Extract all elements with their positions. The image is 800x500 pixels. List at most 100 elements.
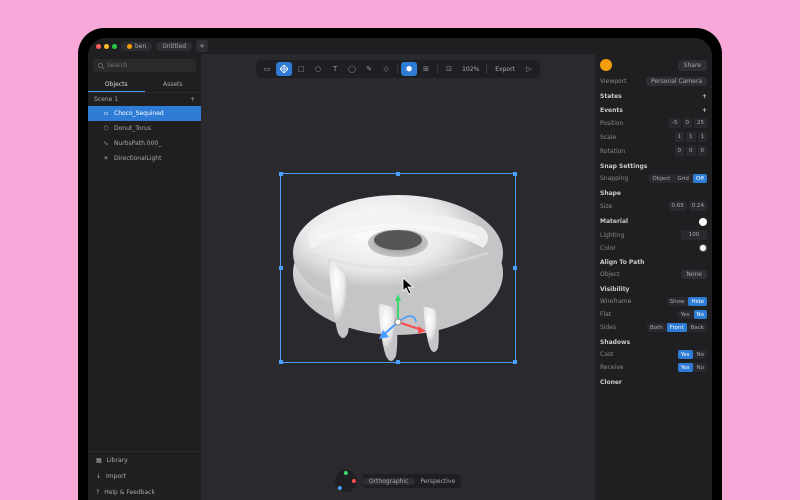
bbox-handle[interactable] — [396, 172, 400, 176]
snap-off[interactable]: Off — [693, 174, 707, 183]
import-button[interactable]: ↓Import — [88, 468, 201, 484]
color-swatch[interactable] — [699, 244, 707, 252]
tree-label: DirectionalLight — [114, 155, 161, 162]
snap-grid[interactable]: Grid — [674, 174, 692, 183]
position-y[interactable]: 0 — [683, 118, 693, 128]
lighting-value[interactable]: 100 — [681, 230, 707, 240]
position-z[interactable]: 25 — [694, 118, 707, 128]
search-input[interactable]: Search — [93, 59, 196, 72]
scale-label: Scale — [600, 134, 616, 141]
tool-pen[interactable]: ✎ — [361, 62, 377, 76]
wireframe-show[interactable]: Show — [667, 297, 688, 306]
rotation-z[interactable]: 0 — [698, 146, 708, 156]
bbox-handle[interactable] — [279, 266, 283, 270]
tree-item-nurbs[interactable]: ∿ NurbsPath.000_ — [88, 136, 201, 151]
file-tab[interactable]: Untitled — [156, 42, 192, 51]
position-x[interactable]: -5 — [669, 118, 680, 128]
cloner-header[interactable]: Cloner — [600, 379, 707, 386]
shadows-header: Shadows — [600, 339, 707, 346]
footer-label: Import — [106, 473, 126, 480]
tool-path[interactable]: ◇ — [378, 62, 394, 76]
rotation-x[interactable]: 0 — [675, 146, 685, 156]
bbox-handle[interactable] — [279, 360, 283, 364]
snap-object[interactable]: Object — [649, 174, 673, 183]
add-icon[interactable]: + — [702, 93, 707, 100]
bbox-handle[interactable] — [513, 172, 517, 176]
nav-cube[interactable] — [335, 470, 357, 492]
tree-label: NurbsPath.000_ — [114, 140, 161, 147]
bbox-handle[interactable] — [513, 360, 517, 364]
bbox-handle[interactable] — [279, 172, 283, 176]
visibility-header: Visibility — [600, 286, 707, 293]
rotation-y[interactable]: 0 — [686, 146, 696, 156]
close-icon[interactable] — [96, 44, 101, 49]
export-button[interactable]: Export — [490, 66, 520, 73]
size-2[interactable]: 0.24 — [689, 201, 707, 211]
states-section[interactable]: States+ — [600, 93, 707, 100]
camera-select[interactable]: Personal Camera — [646, 77, 707, 86]
tool-display[interactable]: ⊡ — [441, 62, 457, 76]
maximize-icon[interactable] — [112, 44, 117, 49]
tool-text[interactable]: T — [327, 62, 343, 76]
wireframe-hide[interactable]: Hide — [688, 297, 707, 306]
shape-icon: ⬡ — [102, 125, 110, 133]
cursor-icon — [402, 277, 416, 295]
wireframe-label: Wireframe — [600, 298, 631, 305]
receive-yes[interactable]: Yes — [678, 363, 693, 372]
new-tab-button[interactable]: + — [196, 40, 208, 52]
help-button[interactable]: ?Help & Feedback — [88, 484, 201, 500]
device-frame: ben Untitled + Search Objects Assets Sce… — [78, 28, 722, 500]
viewport[interactable]: ▭ □ ○ T ◯ ✎ ◇ ⬢ ⊞ ⊡ 102% Export ▷ — [202, 54, 594, 500]
view-perspective[interactable]: Perspective — [414, 478, 461, 485]
scale-y[interactable]: 1 — [686, 132, 696, 142]
sides-back[interactable]: Back — [688, 323, 707, 332]
sides-front[interactable]: Front — [667, 323, 687, 332]
main-area: Search Objects Assets Scene 1 + ▫ Choco_… — [88, 54, 712, 500]
play-button[interactable]: ▷ — [521, 62, 537, 76]
snap-toggle: Object Grid Off — [649, 174, 707, 183]
library-button[interactable]: ▦Library — [88, 452, 201, 468]
cast-no[interactable]: No — [694, 350, 707, 359]
tool-gizmo[interactable]: ⬢ — [401, 62, 417, 76]
sidebar-footer: ▦Library ↓Import ?Help & Feedback — [88, 451, 201, 500]
align-object-select[interactable]: None — [681, 270, 707, 279]
minimize-icon[interactable] — [104, 44, 109, 49]
tool-select[interactable]: ▭ — [259, 62, 275, 76]
tree-item-light[interactable]: ☀ DirectionalLight — [88, 151, 201, 166]
tab-objects[interactable]: Objects — [88, 77, 145, 92]
bbox-handle[interactable] — [513, 266, 517, 270]
scale-z[interactable]: 1 — [698, 132, 708, 142]
nav-z-icon — [338, 486, 342, 490]
cast-yes[interactable]: Yes — [678, 350, 693, 359]
bbox-handle[interactable] — [396, 360, 400, 364]
view-orthographic[interactable]: Orthographic — [363, 478, 415, 485]
flat-no[interactable]: No — [694, 310, 707, 319]
tree-item-donut[interactable]: ⬡ Donut_Torus — [88, 121, 201, 136]
zoom-level[interactable]: 102% — [458, 66, 483, 73]
tool-shape[interactable]: ◯ — [344, 62, 360, 76]
receive-no[interactable]: No — [694, 363, 707, 372]
view-controls: Orthographic Perspective — [335, 470, 461, 492]
tree-item-choco[interactable]: ▫ Choco_Sequined — [88, 106, 201, 121]
share-button[interactable]: Share — [678, 60, 707, 71]
size-1[interactable]: 0.65 — [669, 201, 687, 211]
avatar[interactable] — [600, 59, 612, 71]
scene-add-icon[interactable]: + — [190, 96, 195, 103]
add-icon[interactable]: + — [702, 107, 707, 114]
sides-both[interactable]: Both — [647, 323, 666, 332]
scene-label: Scene 1 — [94, 96, 118, 103]
scene-header[interactable]: Scene 1 + — [88, 93, 201, 106]
size-label: Size — [600, 203, 612, 210]
tool-move[interactable] — [276, 62, 292, 76]
scale-x[interactable]: 1 — [675, 132, 685, 142]
tool-box[interactable]: □ — [293, 62, 309, 76]
tool-snap[interactable]: ⊞ — [418, 62, 434, 76]
flat-yes[interactable]: Yes — [678, 310, 693, 319]
transform-gizmo[interactable] — [368, 292, 428, 352]
user-tab[interactable]: ben — [121, 42, 152, 51]
tab-assets[interactable]: Assets — [145, 77, 202, 92]
events-section[interactable]: Events+ — [600, 107, 707, 114]
material-swatch-icon[interactable] — [699, 218, 707, 226]
footer-label: Help & Feedback — [104, 489, 155, 496]
tool-circle[interactable]: ○ — [310, 62, 326, 76]
